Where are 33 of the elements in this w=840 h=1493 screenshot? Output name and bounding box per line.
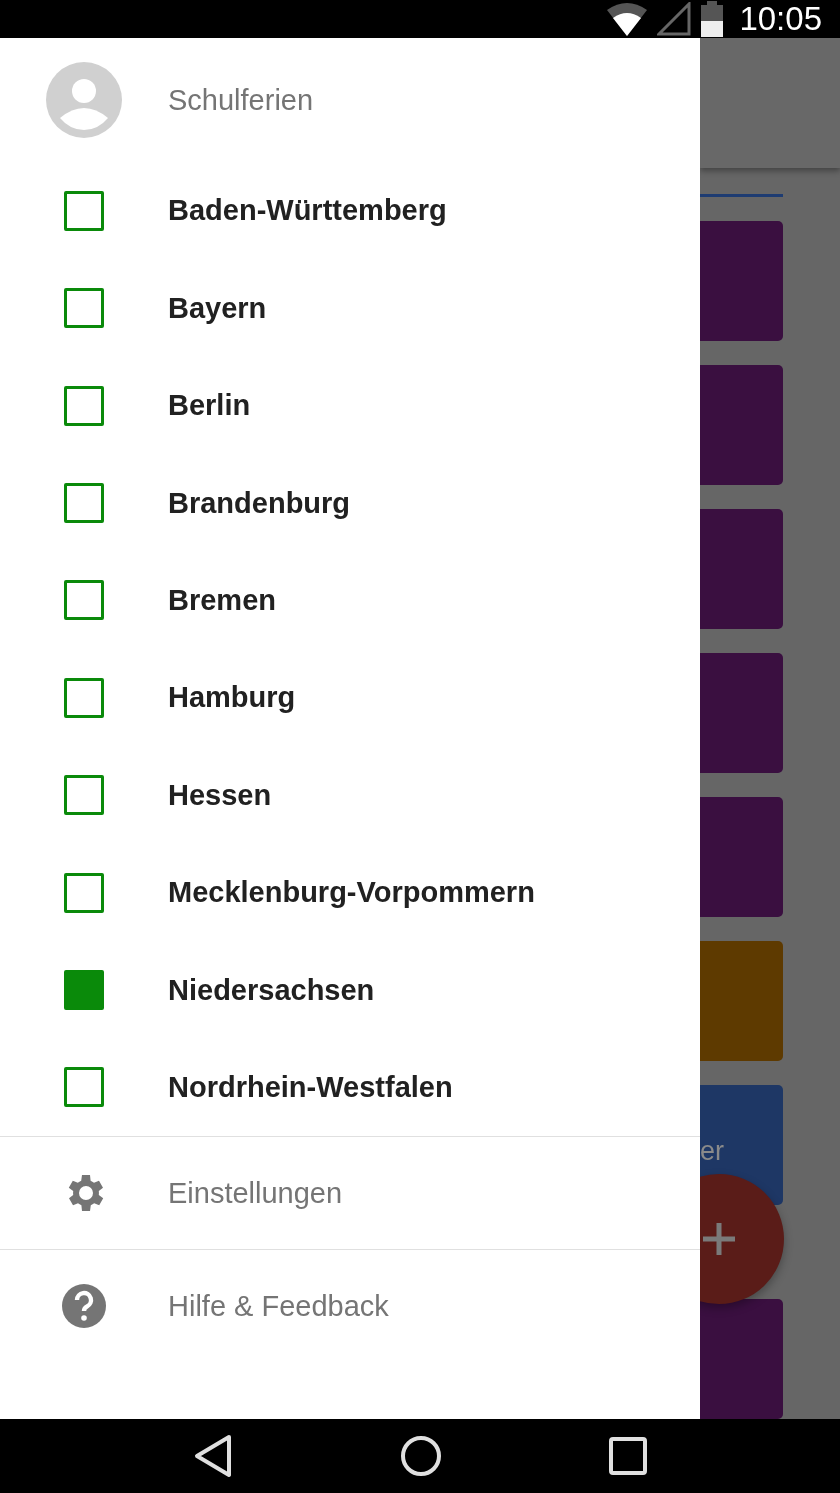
help-icon <box>60 1282 108 1331</box>
avatar-icon <box>46 62 122 139</box>
checkbox[interactable] <box>64 190 104 231</box>
checkbox[interactable] <box>64 385 104 426</box>
signal-icon <box>657 2 692 37</box>
status-time: 10:05 <box>739 0 822 39</box>
checkbox[interactable] <box>64 677 104 718</box>
state-item[interactable]: Bremen <box>0 551 700 650</box>
checkbox[interactable] <box>64 1067 104 1108</box>
battery-icon <box>701 1 724 38</box>
state-item[interactable]: Berlin <box>0 357 700 455</box>
checkbox[interactable] <box>64 580 104 621</box>
recents-icon[interactable] <box>608 1437 647 1476</box>
menu-item[interactable]: Hilfe & Feedback <box>0 1250 700 1363</box>
wifi-icon <box>607 2 648 37</box>
state-item[interactable]: Hamburg <box>0 649 700 747</box>
home-icon[interactable] <box>400 1435 442 1478</box>
state-item[interactable]: Mecklenburg-Vorpommern <box>0 843 700 942</box>
checkbox[interactable] <box>64 288 104 329</box>
menu-item[interactable]: Einstellungen <box>0 1137 700 1251</box>
state-item[interactable]: Baden-Württemberg <box>0 162 700 260</box>
checkbox[interactable] <box>64 970 104 1011</box>
state-item[interactable]: Hessen <box>0 746 700 844</box>
state-item[interactable]: Nordrhein-Westfalen <box>0 1038 700 1137</box>
state-item[interactable]: Niedersachsen <box>0 941 700 1039</box>
checkbox[interactable] <box>64 483 104 524</box>
drawer-title: Schulferien <box>168 83 314 117</box>
back-icon[interactable] <box>193 1434 234 1479</box>
state-item[interactable]: Bayern <box>0 259 700 357</box>
checkbox[interactable] <box>64 872 104 913</box>
checkbox[interactable] <box>64 775 104 816</box>
state-item[interactable]: Brandenburg <box>0 454 700 552</box>
plus-icon <box>701 1221 737 1258</box>
